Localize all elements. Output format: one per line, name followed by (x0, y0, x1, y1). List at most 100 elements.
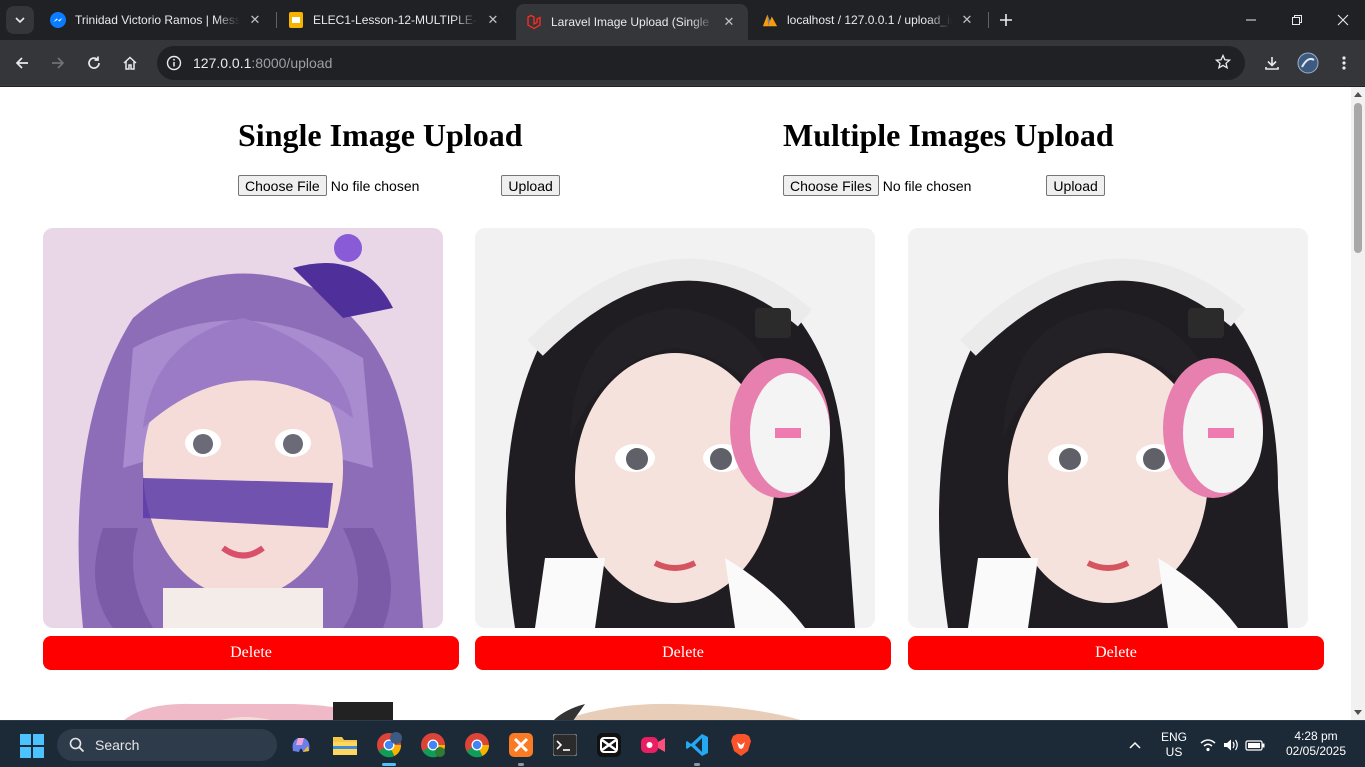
phpmyadmin-icon (762, 12, 778, 28)
choose-file-button[interactable]: Choose File (238, 175, 327, 196)
tab-phpmyadmin[interactable]: localhost / 127.0.0.1 / upload_images ✕ (752, 4, 986, 36)
tab-title: Laravel Image Upload (Single + Multiple) (551, 15, 714, 29)
url-path: :8000/upload (251, 55, 333, 71)
file-status-text: No file chosen (882, 177, 972, 194)
minimize-button[interactable] (1228, 0, 1274, 40)
multiple-upload-button[interactable]: Upload (1046, 175, 1105, 196)
downloads-button[interactable] (1258, 49, 1286, 77)
tab-slides[interactable]: ELEC1-Lesson-12-MULTIPLE-PHP ✕ (278, 4, 512, 36)
arrow-left-icon (15, 57, 28, 69)
system-tray-quick-settings[interactable] (1198, 730, 1268, 760)
messenger-icon (50, 12, 66, 28)
multiple-upload-form: Choose Files No file chosen Upload (783, 175, 1105, 196)
menu-button[interactable] (1330, 49, 1358, 77)
search-label: Search (95, 737, 140, 753)
laravel-icon (526, 14, 542, 30)
close-window-button[interactable] (1320, 0, 1365, 40)
region-code: US (1165, 745, 1183, 759)
reload-button[interactable] (80, 49, 108, 77)
xampp-icon (509, 733, 533, 757)
single-upload-form: Choose File No file chosen Upload (238, 175, 560, 196)
clock[interactable]: 4:28 pm 02/05/2025 (1280, 729, 1352, 759)
video-camera-icon (641, 737, 665, 753)
scroll-thumb[interactable] (1354, 103, 1362, 253)
search-icon (69, 737, 85, 753)
tab-title: localhost / 127.0.0.1 / upload_images (787, 13, 952, 27)
avatar-icon (1297, 52, 1319, 74)
taskbar-chrome-active[interactable] (374, 730, 404, 766)
taskbar-vscode[interactable] (682, 730, 712, 766)
page-viewport: Single Image Upload Choose File No file … (0, 87, 1351, 720)
taskbar-copilot[interactable] (286, 730, 316, 760)
taskbar-capcut[interactable] (594, 730, 624, 760)
bookmark-star-icon[interactable] (1214, 53, 1232, 75)
delete-button[interactable]: Delete (475, 636, 891, 670)
clock-time: 4:28 pm (1294, 729, 1338, 743)
uploaded-image (43, 702, 443, 720)
taskbar-file-explorer[interactable] (330, 730, 360, 760)
multiple-upload-section: Multiple Images Upload (783, 117, 1114, 154)
page-scrollbar[interactable] (1351, 87, 1365, 720)
uploaded-image (475, 228, 875, 628)
close-tab-icon[interactable]: ✕ (720, 13, 738, 31)
home-button[interactable] (116, 49, 144, 77)
forward-button[interactable] (44, 49, 72, 77)
close-tab-icon[interactable]: ✕ (246, 11, 264, 29)
tab-title: ELEC1-Lesson-12-MULTIPLE-PHP (313, 13, 478, 27)
active-indicator (382, 763, 396, 766)
taskbar-search[interactable]: Search (57, 729, 277, 761)
capcut-icon (597, 733, 621, 757)
multiple-upload-heading: Multiple Images Upload (783, 117, 1114, 153)
close-icon (1337, 14, 1349, 26)
copilot-icon (292, 738, 310, 752)
chevron-up-icon (1129, 741, 1141, 749)
image-card: Delete (475, 228, 891, 670)
chevron-down-icon (15, 17, 25, 24)
taskbar-terminal[interactable] (550, 730, 580, 760)
slides-icon (288, 12, 304, 28)
site-info-icon[interactable] (165, 54, 183, 72)
tab-title: Trinidad Victorio Ramos | Messenger (75, 13, 240, 27)
restore-icon (1292, 15, 1302, 25)
taskbar-recorder[interactable] (638, 730, 668, 760)
back-button[interactable] (8, 49, 36, 77)
tab-search-button[interactable] (6, 6, 34, 34)
scroll-down-arrow[interactable] (1354, 710, 1362, 715)
taskbar-brave[interactable] (726, 730, 756, 760)
close-tab-icon[interactable]: ✕ (958, 11, 976, 29)
taskbar-chrome-3[interactable] (462, 730, 492, 760)
choose-files-button[interactable]: Choose Files (783, 175, 879, 196)
taskbar-chrome-2[interactable] (418, 730, 448, 760)
delete-button[interactable]: Delete (908, 636, 1324, 670)
chrome-icon (465, 733, 490, 758)
more-vert-icon (1342, 56, 1346, 70)
vscode-icon (686, 734, 708, 756)
url-text: 127.0.0.1:8000/upload (193, 55, 332, 71)
delete-button[interactable]: Delete (43, 636, 459, 670)
image-card: Delete (43, 228, 459, 670)
brave-lion-icon (731, 734, 751, 756)
tab-laravel-upload[interactable]: Laravel Image Upload (Single + Multiple)… (516, 4, 748, 40)
running-indicator (694, 763, 700, 766)
uploaded-image (43, 228, 443, 628)
restore-button[interactable] (1274, 0, 1320, 40)
image-card: Delete (908, 228, 1324, 670)
address-bar[interactable]: 127.0.0.1:8000/upload (157, 46, 1245, 80)
single-upload-section: Single Image Upload (238, 117, 522, 154)
taskbar-xampp[interactable] (506, 730, 536, 766)
tab-strip: Trinidad Victorio Ramos | Messenger ✕ EL… (0, 0, 1365, 40)
windows-taskbar: Search ENG US 4:28 pm 02/05/2025 (0, 720, 1365, 767)
tab-messenger[interactable]: Trinidad Victorio Ramos | Messenger ✕ (40, 4, 274, 36)
single-upload-heading: Single Image Upload (238, 117, 523, 153)
single-upload-button[interactable]: Upload (501, 175, 560, 196)
start-button[interactable] (20, 734, 44, 763)
show-hidden-icons-button[interactable] (1120, 730, 1150, 760)
battery-icon (1245, 740, 1265, 751)
chrome-icon (377, 732, 402, 758)
new-tab-button[interactable] (994, 8, 1018, 32)
browser-toolbar: 127.0.0.1:8000/upload (0, 40, 1365, 86)
profile-button[interactable] (1294, 49, 1322, 77)
language-indicator[interactable]: ENG US (1158, 730, 1190, 760)
scroll-up-arrow[interactable] (1354, 92, 1362, 97)
close-tab-icon[interactable]: ✕ (484, 11, 502, 29)
